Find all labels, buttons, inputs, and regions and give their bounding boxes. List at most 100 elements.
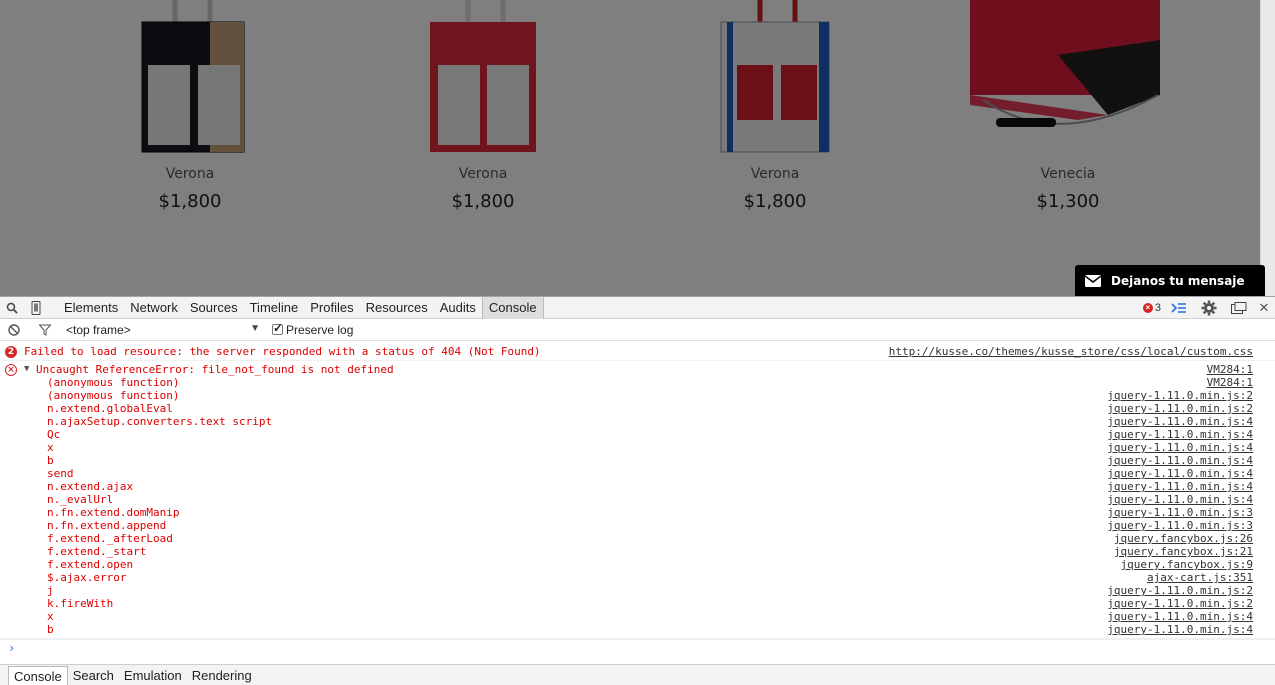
product-name[interactable]: Verona xyxy=(665,166,885,182)
gear-icon[interactable] xyxy=(1197,297,1221,319)
stack-frame: (anonymous function) VM284:1 xyxy=(0,376,1275,389)
product-card[interactable]: Venecia $1,300 xyxy=(958,0,1178,212)
tab-console[interactable]: Console xyxy=(481,296,544,319)
stack-frame: b jquery-1.11.0.min.js:4 xyxy=(0,623,1275,636)
product-image[interactable] xyxy=(373,0,593,160)
tab-resources[interactable]: Resources xyxy=(360,297,434,319)
stack-frame-function: j xyxy=(47,584,54,597)
stack-frame: j jquery-1.11.0.min.js:2 xyxy=(0,584,1275,597)
product-card[interactable]: Verona $1,800 xyxy=(665,0,885,212)
stack-frame-source-link[interactable]: jquery-1.11.0.min.js:4 xyxy=(1107,610,1253,623)
tab-profiles[interactable]: Profiles xyxy=(304,297,359,319)
dock-side-icon[interactable] xyxy=(1227,297,1251,319)
stack-frame-source-link[interactable]: jquery.fancybox.js:9 xyxy=(1121,558,1253,571)
clear-console-icon[interactable] xyxy=(2,319,26,341)
expand-triangle-icon[interactable]: ▼ xyxy=(24,363,29,376)
stack-frame-function: n.extend.ajax xyxy=(47,480,134,493)
product-price: $1,800 xyxy=(451,191,515,212)
stack-frame-source-link[interactable]: jquery-1.11.0.min.js:4 xyxy=(1107,441,1253,454)
devtools-toolbar: Elements Network Sources Timeline Profil… xyxy=(0,296,1275,319)
device-mode-icon[interactable] xyxy=(24,297,48,319)
stack-frame-source-link[interactable]: jquery.fancybox.js:21 xyxy=(1114,545,1253,558)
stack-frame-source-link[interactable]: ajax-cart.js:351 xyxy=(1147,571,1253,584)
source-link[interactable]: VM284:1 xyxy=(1207,363,1253,376)
filter-icon[interactable] xyxy=(33,319,57,341)
stack-frame-function: n.ajaxSetup.converters.text script xyxy=(47,415,273,428)
stack-frame-source-link[interactable]: jquery-1.11.0.min.js:4 xyxy=(1107,623,1253,636)
stack-frame-source-link[interactable]: jquery-1.11.0.min.js:4 xyxy=(1107,493,1253,506)
frame-select-value: <top frame> xyxy=(66,322,131,337)
stack-frame-source-link[interactable]: jquery-1.11.0.min.js:4 xyxy=(1107,480,1253,493)
stack-frame: f.extend._afterLoad jquery.fancybox.js:26 xyxy=(0,532,1275,545)
stack-frame: b jquery-1.11.0.min.js:4 xyxy=(0,454,1275,467)
stack-frame-function: f.extend._start xyxy=(47,545,147,558)
tab-sources[interactable]: Sources xyxy=(184,297,244,319)
stack-frame: n.ajaxSetup.converters.text script jquery… xyxy=(0,415,1275,428)
stack-frame-function: x xyxy=(47,610,54,623)
stack-frame-source-link[interactable]: jquery-1.11.0.min.js:4 xyxy=(1107,415,1253,428)
error-icon: × xyxy=(5,364,17,376)
preserve-log-checkbox[interactable] xyxy=(272,321,283,335)
drawer-tab-console[interactable]: Console xyxy=(8,666,68,685)
envelope-icon xyxy=(1075,274,1111,287)
stack-frame-source-link[interactable]: jquery-1.11.0.min.js:3 xyxy=(1107,519,1253,532)
console-message-line[interactable]: × ▼ Uncaught ReferenceError: file_not_fo… xyxy=(0,363,1275,376)
tab-elements[interactable]: Elements xyxy=(58,297,124,319)
stack-frame-source-link[interactable]: jquery-1.11.0.min.js:3 xyxy=(1107,506,1253,519)
stack-frame-function: send xyxy=(47,467,74,480)
stack-frame-function: (anonymous function) xyxy=(47,376,180,389)
stack-frame: x jquery-1.11.0.min.js:4 xyxy=(0,610,1275,623)
drawer-tab-search[interactable]: Search xyxy=(68,666,119,685)
close-icon[interactable]: ✕ xyxy=(1257,297,1271,319)
source-link[interactable]: http://kusse.co/themes/kusse_store/css/l… xyxy=(889,345,1253,358)
product-name[interactable]: Venecia xyxy=(958,166,1178,182)
tab-network[interactable]: Network xyxy=(124,297,184,319)
stack-frame-function: (anonymous function) xyxy=(47,389,180,402)
product-card[interactable]: Verona $1,800 xyxy=(80,0,300,212)
product-image[interactable] xyxy=(665,0,885,160)
stack-frame-source-link[interactable]: jquery-1.11.0.min.js:2 xyxy=(1107,584,1253,597)
message-widget-label: Dejanos tu mensaje xyxy=(1111,273,1245,288)
product-price: $1,800 xyxy=(158,191,222,212)
error-counter[interactable]: × 3 xyxy=(1142,302,1161,314)
stack-frame: k.fireWith jquery-1.11.0.min.js:2 xyxy=(0,597,1275,610)
stack-frame-source-link[interactable]: jquery-1.11.0.min.js:2 xyxy=(1107,597,1253,610)
stack-frame-function: n.fn.extend.domManip xyxy=(47,506,180,519)
stack-frame-function: x xyxy=(47,441,54,454)
stack-frame-function: b xyxy=(47,454,54,467)
tab-audits[interactable]: Audits xyxy=(434,297,482,319)
stack-frame-source-link[interactable]: VM284:1 xyxy=(1207,376,1253,389)
console-message-line: 2 Failed to load resource: the server re… xyxy=(0,345,1275,358)
stack-frame-source-link[interactable]: jquery-1.11.0.min.js:2 xyxy=(1107,402,1253,415)
stack-frame-function: f.extend.open xyxy=(47,558,134,571)
message-widget-button[interactable]: Dejanos tu mensaje xyxy=(1075,265,1265,296)
stack-frame-function: n._evalUrl xyxy=(47,493,114,506)
product-name[interactable]: Verona xyxy=(80,166,300,182)
page-scrollbar[interactable] xyxy=(1260,0,1275,296)
stack-frame-source-link[interactable]: jquery-1.11.0.min.js:4 xyxy=(1107,428,1253,441)
stack-frame-function: $.ajax.error xyxy=(47,571,127,584)
product-card[interactable]: Verona $1,800 xyxy=(373,0,593,212)
product-image[interactable] xyxy=(958,0,1178,160)
stack-frame: f.extend.open jquery.fancybox.js:9 xyxy=(0,558,1275,571)
stack-frame: n.extend.globalEval jquery-1.11.0.min.js:… xyxy=(0,402,1275,415)
tab-timeline[interactable]: Timeline xyxy=(244,297,305,319)
product-name[interactable]: Verona xyxy=(373,166,593,182)
stack-frame-source-link[interactable]: jquery-1.11.0.min.js:4 xyxy=(1107,454,1253,467)
product-price: $1,800 xyxy=(743,191,807,212)
stack-frame-source-link[interactable]: jquery.fancybox.js:26 xyxy=(1114,532,1253,545)
frame-select[interactable]: <top frame> ▼ xyxy=(66,323,262,337)
search-icon[interactable] xyxy=(0,297,24,319)
stack-frame-function: k.fireWith xyxy=(47,597,114,610)
preserve-log-toggle[interactable]: Preserve log xyxy=(272,321,353,337)
console-prompt[interactable]: › xyxy=(0,639,1275,657)
drawer-tab-emulation[interactable]: Emulation xyxy=(119,666,187,685)
product-price: $1,300 xyxy=(1036,191,1100,212)
stack-frame-source-link[interactable]: jquery-1.11.0.min.js:2 xyxy=(1107,389,1253,402)
stack-frame-function: b xyxy=(47,623,54,636)
stack-frame-function: n.extend.globalEval xyxy=(47,402,173,415)
console-drawer-icon[interactable] xyxy=(1167,297,1191,319)
drawer-tab-rendering[interactable]: Rendering xyxy=(187,666,257,685)
product-image[interactable] xyxy=(80,0,300,160)
stack-frame-source-link[interactable]: jquery-1.11.0.min.js:4 xyxy=(1107,467,1253,480)
